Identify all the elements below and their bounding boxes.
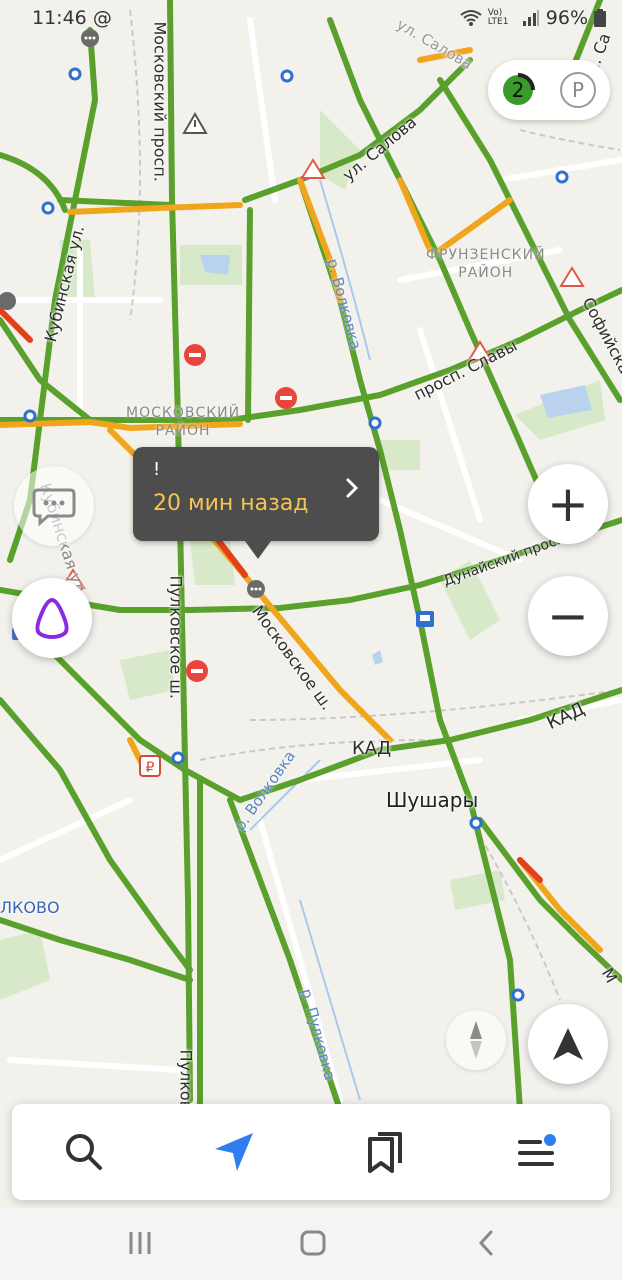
wifi-icon (460, 10, 482, 26)
locate-me-button[interactable] (528, 1004, 608, 1084)
place-label-pulkovo: ЛКОВО (0, 898, 60, 917)
place-label-shushary: Шушары (386, 788, 479, 812)
chat-bubble-icon (32, 488, 76, 526)
back-icon[interactable] (478, 1230, 494, 1256)
status-right: Vo) LTE1 96% (460, 7, 606, 29)
menu-icon (518, 1134, 556, 1166)
traffic-level-value: 2 (511, 78, 525, 102)
zoom-in-button[interactable]: + (528, 464, 608, 544)
traffic-map[interactable]: ₽ (0, 0, 622, 1280)
popup-time-ago: 20 мин назад (153, 491, 309, 516)
district-label-frunzensky: ФРУНЗЕНСКИЙ РАЙОН (426, 247, 546, 281)
bookmarks-icon (368, 1132, 402, 1173)
location-arrow-icon (553, 1028, 583, 1060)
status-time: 11:46 @ (32, 7, 112, 29)
compass-icon (470, 1021, 482, 1059)
plus-icon: + (547, 475, 589, 533)
district-label-moskovsky: МОСКОВСКИЙ РАЙОН (126, 405, 241, 439)
popup-tail (245, 541, 271, 559)
bus-station-icon (416, 611, 434, 627)
street-label-pulkovskoe: Пулковское ш. (166, 575, 186, 700)
road-events-button[interactable] (14, 466, 94, 546)
paid-parking-icon: ₽ (139, 755, 161, 777)
status-bar: 11:46 @ Vo) LTE1 96% (0, 0, 622, 36)
parking-label: P (571, 78, 585, 102)
parking-button[interactable]: P (560, 72, 596, 108)
home-icon[interactable] (300, 1230, 326, 1256)
popup-title: ! (153, 459, 161, 480)
street-label-kad: КАД (352, 738, 392, 759)
compass-button[interactable] (446, 1010, 506, 1070)
alice-icon (35, 597, 69, 640)
recent-apps-icon[interactable] (128, 1232, 152, 1254)
traffic-level-button[interactable]: 2 (500, 72, 536, 108)
menu-tab[interactable] (506, 1122, 566, 1182)
road-event-popup[interactable]: ! 20 мин назад (133, 447, 379, 559)
navigation-arrow-icon (215, 1133, 253, 1171)
zoom-out-button[interactable]: − (528, 576, 608, 656)
search-icon (66, 1134, 102, 1170)
bookmarks-tab[interactable] (355, 1122, 415, 1182)
chevron-right-icon (346, 478, 359, 498)
route-tab[interactable] (204, 1122, 264, 1182)
battery-percent: 96% (545, 7, 588, 29)
network-label: Vo) LTE1 (487, 8, 509, 27)
signal-icon (522, 10, 539, 26)
warning-icon (182, 112, 208, 134)
search-tab[interactable] (54, 1122, 114, 1182)
alice-assistant-button[interactable] (12, 578, 92, 658)
minus-icon: − (547, 587, 589, 645)
svg-text:₽: ₽ (146, 760, 155, 776)
bottom-tab-bar (12, 1104, 610, 1200)
street-label-moskovsky-prosp: Московский просп. (150, 21, 170, 182)
system-navigation-bar (0, 1208, 622, 1280)
battery-icon (594, 9, 606, 27)
layers-pill: 2 P (488, 60, 610, 120)
